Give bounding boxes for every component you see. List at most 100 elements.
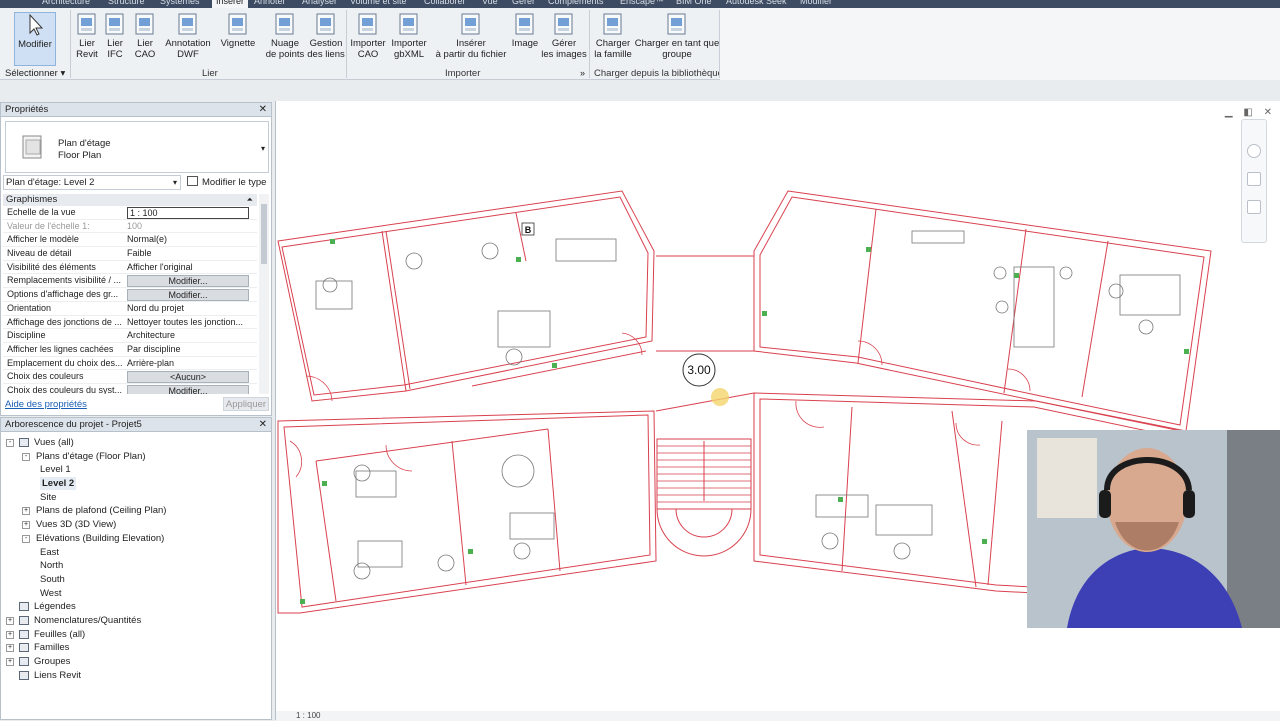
link_group-button-1[interactable]: Lier IFC [102,12,128,60]
library_group-button-0[interactable]: Charger la famille [592,12,634,60]
property-row[interactable]: Choix des couleurs <Aucun> [3,370,257,384]
ribbon-tab-3[interactable]: Insérer [212,0,249,8]
ribbon-tab-10[interactable]: Compléments [548,0,604,6]
tree-item[interactable]: + Nomenclatures/Quantités [1,614,271,628]
tree-item[interactable]: + Feuilles (all) [1,628,271,642]
image-icon [515,13,534,35]
tree-item[interactable]: + Vues 3D (3D View) [1,518,271,532]
properties-panel: Propriétés ✕ Plan d'étage Floor Plan ▾ P… [0,102,272,416]
property-name: Emplacement du choix des... [7,357,123,368]
tree-item[interactable]: North [1,559,271,573]
property-row[interactable]: Valeur de l'échelle 1: 100 [3,220,257,234]
collapse-icon[interactable]: - [6,439,14,447]
type-selector[interactable]: Plan d'étage Floor Plan ▾ [5,121,269,173]
link_group-button-6[interactable]: Gestion des liens [306,12,346,60]
import_group-button-0[interactable]: Importer CAO [348,12,388,60]
property-row[interactable]: Remplacements visibilité / ... Modifier..… [3,274,257,289]
ribbon-tab-7[interactable]: Collaborer [424,0,466,6]
expand-icon[interactable]: + [22,521,30,530]
tree-item[interactable]: + Groupes [1,655,271,669]
apply-button[interactable]: Appliquer [223,397,269,411]
tree-item[interactable]: + Familles [1,641,271,655]
ribbon-tab-13[interactable]: Autodesk Seek [726,0,787,6]
property-value[interactable]: Modifier... [127,289,249,302]
expand-icon[interactable]: + [6,616,14,625]
tree-item[interactable]: Level 1 [1,463,271,477]
tree-item[interactable]: - Elévations (Building Elevation) [1,532,271,546]
expand-icon[interactable]: + [6,644,14,653]
tree-item[interactable]: East [1,546,271,560]
select-dropdown[interactable]: Sélectionner ▾ [5,68,65,79]
view-window-controls[interactable]: ▁ ◧ ✕ [1225,107,1276,118]
link_group-button-3[interactable]: Annotation DWF [162,12,214,60]
scroll-thumb[interactable] [261,204,267,264]
properties-scrollbar[interactable] [259,194,269,394]
button-label-2: CAO [134,49,156,60]
library_group-button-1[interactable]: Charger en tant que groupe [634,12,720,60]
ribbon-tab-0[interactable]: Architecture [42,0,90,6]
import_group-button-4[interactable]: Gérer les images [540,12,588,60]
property-row[interactable]: Choix des couleurs du syst... Modifier... [3,384,257,394]
property-row[interactable]: Options d'affichage des gr... Modifier... [3,288,257,302]
tree-item[interactable]: + Plans de plafond (Ceiling Plan) [1,504,271,518]
ribbon-tab-9[interactable]: Gérer [512,0,535,6]
property-row[interactable]: Discipline Architecture [3,329,257,343]
instance-selector[interactable]: Plan d'étage: Level 2 ▾ [3,175,181,190]
import-dialog-launcher[interactable]: » [580,68,585,78]
expand-icon[interactable]: + [6,630,14,639]
button-label-1: Gestion [309,38,343,49]
property-value[interactable]: Modifier... [127,275,249,288]
tree-item[interactable]: Site [1,491,271,505]
expand-icon[interactable]: + [6,658,14,666]
ribbon-tab-5[interactable]: Analyser [302,0,337,6]
ribbon-tab-8[interactable]: Vue [482,0,498,6]
link_group-button-2[interactable]: Lier CAO [130,12,160,60]
tree-item[interactable]: Liens Revit [1,669,271,683]
close-icon[interactable]: ✕ [259,103,267,117]
zoom-icon[interactable] [1247,172,1261,186]
tree-item[interactable]: South [1,573,271,587]
ribbon-tab-4[interactable]: Annoter [254,0,286,6]
property-row[interactable]: Affichage des jonctions de ... Nettoyer t… [3,316,257,330]
close-icon[interactable]: ✕ [259,418,267,432]
ribbon-tab-2[interactable]: Systèmes [160,0,200,6]
import_group-button-3[interactable]: Image [510,12,540,49]
property-value[interactable]: 1 : 100 [127,207,249,219]
ribbon-tab-1[interactable]: Structure [108,0,145,6]
collapse-icon[interactable]: - [22,534,30,543]
navigation-bar[interactable] [1241,119,1267,243]
tree-item[interactable]: Level 2 [1,477,271,491]
link_group-button-5[interactable]: Nuage de points [264,12,306,60]
tree-item[interactable]: - Plans d'étage (Floor Plan) [1,450,271,464]
modify-button[interactable]: Modifier [14,12,56,66]
ribbon-tab-12[interactable]: BIM One [676,0,712,6]
ribbon-tab-14[interactable]: Modifier [800,0,832,6]
steering-wheel-icon[interactable] [1247,144,1261,158]
property-value[interactable]: <Aucun> [127,371,249,384]
property-row[interactable]: Niveau de détail Faible [3,247,257,261]
tree-item[interactable]: Légendes [1,600,271,614]
tree-item[interactable]: West [1,587,271,601]
property-row[interactable]: Visibilité des éléments Afficher l'origin… [3,261,257,275]
link_group-button-0[interactable]: Lier Revit [72,12,102,60]
import_group-button-1[interactable]: Importer gbXML [388,12,430,60]
property-row[interactable]: Afficher les lignes cachées Par disciplin… [3,343,257,357]
collapse-icon[interactable]: - [22,452,30,461]
section-graphics[interactable]: Graphismes ⏶ [3,194,257,206]
tree-item[interactable]: - Vues (all) [1,436,271,450]
property-row[interactable]: Echelle de la vue 1 : 100 [3,206,257,220]
ribbon-tab-6[interactable]: Volume et site [350,0,407,6]
ribbon-tab-11[interactable]: Enscape™ [620,0,664,6]
pan-icon[interactable] [1247,200,1261,214]
edit-type-button[interactable]: Modifier le type [187,176,266,188]
import_group-button-2[interactable]: Insérer à partir du fichier [432,12,510,60]
property-row[interactable]: Afficher le modèle Normal(e) [3,233,257,248]
view-scale[interactable]: 1 : 100 [296,711,320,720]
expand-icon[interactable]: + [22,507,30,516]
property-row[interactable]: Orientation Nord du projet [3,302,257,316]
collapse-icon[interactable]: ⏶ [247,194,253,206]
link_group-button-4[interactable]: Vignette [216,12,260,49]
property-value[interactable]: Modifier... [127,384,249,394]
property-row[interactable]: Emplacement du choix des... Arrière-plan [3,357,257,371]
properties-help-link[interactable]: Aide des propriétés [5,399,87,410]
